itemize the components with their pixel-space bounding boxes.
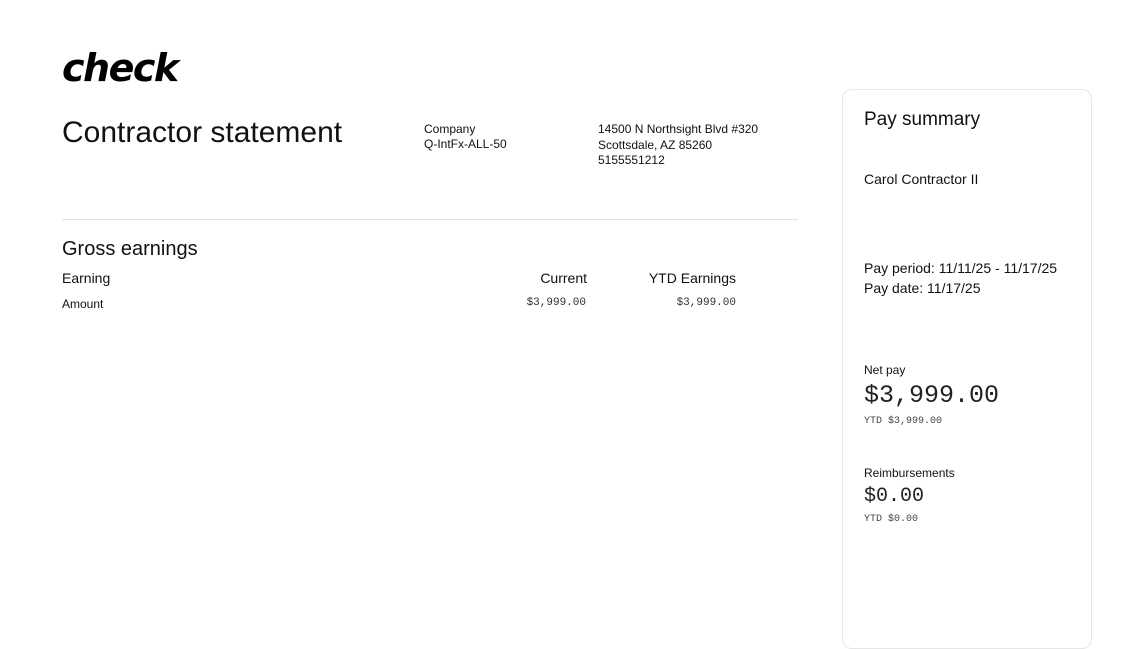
reimbursements-label: Reimbursements	[864, 466, 955, 480]
company-phone: 5155551212	[598, 153, 665, 167]
pay-summary-title: Pay summary	[864, 109, 981, 130]
payee-name: Carol Contractor II	[864, 171, 979, 187]
reimbursements-amount: $0.00	[864, 485, 925, 508]
earning-label: Amount	[62, 297, 104, 311]
earning-column-header: Earning	[62, 270, 111, 286]
current-column-header: Current	[540, 270, 587, 286]
company-label: Company	[424, 122, 476, 136]
reimbursements-ytd: YTD $0.00	[864, 514, 919, 525]
pay-period: Pay period: 11/11/25 - 11/17/25	[864, 260, 1058, 276]
address-line-1: 14500 N Northsight Blvd #320	[598, 122, 759, 136]
ytd-amount: $3,999.00	[676, 297, 736, 309]
pay-summary-card: Pay summary Carol Contractor II Pay peri…	[842, 89, 1092, 649]
address-block: 14500 N Northsight Blvd #320 Scottsdale,…	[598, 122, 758, 169]
pay-period-block: Pay period: 11/11/25 - 11/17/25 Pay date…	[864, 258, 1057, 298]
pay-date: Pay date: 11/17/25	[864, 280, 981, 296]
net-pay-ytd: YTD $3,999.00	[864, 416, 943, 427]
current-amount: $3,999.00	[526, 297, 586, 309]
net-pay-label: Net pay	[864, 363, 906, 377]
company-name: Q-IntFx-ALL-50	[424, 137, 507, 151]
address-line-2: Scottsdale, AZ 85260	[598, 137, 713, 152]
gross-earnings-title: Gross earnings	[62, 238, 198, 260]
divider	[62, 219, 798, 220]
page-title: Contractor statement	[62, 116, 343, 149]
net-pay-amount: $3,999.00	[864, 381, 1000, 410]
company-block: Company Q-IntFx-ALL-50	[424, 122, 507, 152]
ytd-earnings-column-header: YTD Earnings	[648, 270, 736, 286]
check-logo: check	[62, 46, 179, 90]
